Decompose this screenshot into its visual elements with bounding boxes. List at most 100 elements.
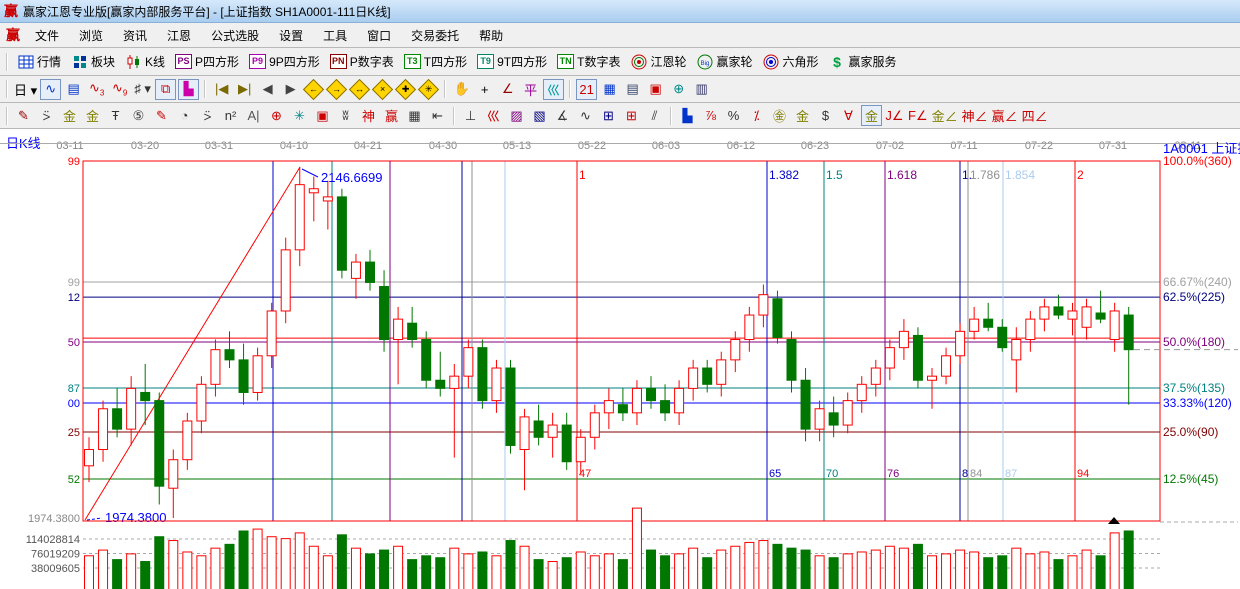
shen-fan-button[interactable]: 神∠ <box>961 105 989 126</box>
spiral-5-button[interactable]: ⑤ <box>128 105 149 126</box>
wave-dots-button[interactable]: ∿ <box>575 105 596 126</box>
gold-angle-fan-button[interactable]: 金∠ <box>931 105 959 126</box>
gold-grid-1-button[interactable]: 金 <box>59 105 80 126</box>
grid-123-button[interactable]: ▦ <box>404 105 425 126</box>
win-fan-button[interactable]: 赢∠ <box>991 105 1019 126</box>
candle-style-dropdown-button[interactable]: ♯ ▾ <box>132 79 153 100</box>
axis-tool-button[interactable]: ⊥ <box>460 105 481 126</box>
toolbar-button-江恩轮[interactable]: 江恩轮 <box>625 51 691 72</box>
smart-analysis-button[interactable]: 巛 <box>543 78 565 100</box>
next-page-button[interactable]: ▶ <box>280 79 301 100</box>
j-fan-button[interactable]: J∠ <box>884 105 905 126</box>
crosshair-button[interactable]: + <box>474 79 495 100</box>
gold-fan-button[interactable]: 金 <box>861 105 882 126</box>
time-grid-button[interactable]: ⍩ <box>36 105 57 126</box>
last-page-button[interactable]: ▶| <box>234 79 255 100</box>
angle-measure-button[interactable]: ∠ <box>497 79 518 100</box>
zoom-chart-button[interactable]: ∿ <box>40 78 62 100</box>
gold-level-button[interactable]: 金 <box>792 105 813 126</box>
chart-area[interactable]: 日K线 03-11 03-20 03-31 04-10 04-21 04-30 05-13 0… <box>0 129 1240 589</box>
web-data-button[interactable]: ⊕ <box>668 79 689 100</box>
fan-rays-button[interactable]: 巛 <box>483 105 504 126</box>
trend-angle-button[interactable]: ∡ <box>552 105 573 126</box>
price-pen-button[interactable]: $ <box>815 105 836 126</box>
toolbar-button-P四方形[interactable]: PS P四方形 <box>170 51 244 72</box>
toolbar-button-T数字表[interactable]: TN T数字表 <box>552 51 625 72</box>
volume-bar <box>1053 559 1064 589</box>
square-star-button[interactable]: ▣ <box>312 105 333 126</box>
toolbar-button-行情[interactable]: 行情 <box>12 51 66 72</box>
histogram-view-button[interactable]: ▙ <box>178 78 200 100</box>
circle-cross-button[interactable]: ⊕ <box>266 105 287 126</box>
toolbar-button-T四方形[interactable]: T3 T四方形 <box>399 51 472 72</box>
a-fan-button[interactable]: ∀ <box>838 105 859 126</box>
toolbar-button-9T四方形[interactable]: T9 9T四方形 <box>472 51 552 72</box>
shen-tool-button[interactable]: 神 <box>358 105 379 126</box>
toolbar-button-赢家服务[interactable]: $ 赢家服务 <box>824 51 902 72</box>
f-fan-button[interactable]: F∠ <box>907 105 929 126</box>
quote-list-button[interactable]: ▤ <box>63 79 84 100</box>
expand-all-button[interactable]: ✚ <box>395 78 417 100</box>
menu-item-6[interactable]: 工具 <box>313 25 357 46</box>
menu-item-1[interactable]: 浏览 <box>69 25 113 46</box>
menu-item-2[interactable]: 资讯 <box>113 25 157 46</box>
gold-grid-2-button[interactable]: 金 <box>82 105 103 126</box>
fit-screen-button[interactable]: ✳ <box>418 78 440 100</box>
star-burst-button[interactable]: ✳ <box>289 105 310 126</box>
menu-item-9[interactable]: 帮助 <box>469 25 513 46</box>
prev-page-button[interactable]: ◀ <box>257 79 278 100</box>
a-line-button[interactable]: A| <box>243 105 264 126</box>
pen-ruler-button[interactable]: ✎ <box>151 105 172 126</box>
volume-profile-button[interactable]: ▙ <box>677 105 698 126</box>
parallel-lines-button[interactable]: ⫽ <box>644 105 665 126</box>
shift-left-button[interactable]: ← <box>303 78 325 100</box>
shade-box-2-button[interactable]: ▧ <box>529 105 550 126</box>
menu-item-3[interactable]: 江恩 <box>157 25 201 46</box>
wave-3-button[interactable]: ∿3 <box>86 79 107 100</box>
toolbar-button-9P四方形[interactable]: P9 9P四方形 <box>244 51 325 72</box>
save-button[interactable]: ▣ <box>645 79 666 100</box>
shade-box-button[interactable]: ▨ <box>506 105 527 126</box>
map-view-button[interactable]: ⧉ <box>155 78 177 100</box>
toolbar-button-板块[interactable]: 板块 <box>66 51 120 72</box>
win-tool-button[interactable]: 赢 <box>381 105 402 126</box>
four-fan-button[interactable]: 四∠ <box>1021 105 1049 126</box>
shift-right-button[interactable]: → <box>326 78 348 100</box>
period-candle-dropdown-button[interactable]: 日 ▾ <box>13 79 38 100</box>
menu-item-7[interactable]: 窗口 <box>357 25 401 46</box>
title-bar[interactable]: 赢 赢家江恩专业版[赢家内部服务平台] - [上证指数 SH1A0001-111… <box>0 0 1240 23</box>
toolbar-button-P数字表[interactable]: PN P数字表 <box>325 51 399 72</box>
menu-item-4[interactable]: 公式选股 <box>201 25 269 46</box>
compress-button[interactable]: × <box>372 78 394 100</box>
remote-pc-button[interactable]: ▥ <box>691 79 712 100</box>
wave-9-button[interactable]: ∿9 <box>109 79 130 100</box>
menu-item-5[interactable]: 设置 <box>269 25 313 46</box>
gold-circle-button[interactable]: ㊎ <box>769 105 790 126</box>
percent-line-button[interactable]: ⁒ <box>746 105 767 126</box>
seven-eighths-button[interactable]: ⅞ <box>700 105 721 126</box>
time-clock-button[interactable]: ◔ <box>174 105 195 126</box>
toolbar-button-K线[interactable]: K线 <box>120 51 170 72</box>
span-arrow-button[interactable]: ⇤ <box>427 105 448 126</box>
gold-level-icon: 金 <box>795 109 809 124</box>
expand-horizontal-button[interactable]: ↔ <box>349 78 371 100</box>
net-grid-red-button[interactable]: ⊞ <box>621 105 642 126</box>
toolbar-button-六角形[interactable]: 六角形 <box>758 51 824 72</box>
pen-tool-button[interactable]: ✎ <box>13 105 34 126</box>
candlestick-chart-canvas[interactable]: 03-11 03-20 03-31 04-10 04-21 04-30 05-13 05-22… <box>0 129 1240 589</box>
menu-item-0[interactable]: 文件 <box>25 25 69 46</box>
gann-tool-button[interactable]: 平 <box>520 79 541 100</box>
menu-item-8[interactable]: 交易委托 <box>401 25 469 46</box>
first-page-button[interactable]: |◀ <box>211 79 232 100</box>
notes-button[interactable]: ▤ <box>622 79 643 100</box>
net-grid-button[interactable]: ⊞ <box>598 105 619 126</box>
toolbar-button-赢家轮[interactable]: Big 赢家轮 <box>691 51 757 72</box>
f-grid-button[interactable]: Ŧ <box>105 105 126 126</box>
calculator-button[interactable]: ▦ <box>599 79 620 100</box>
k-mark-button[interactable]: ʬ <box>335 105 356 126</box>
calendar-21-button[interactable]: 21 <box>576 78 598 100</box>
n-square-button[interactable]: n² <box>220 105 241 126</box>
comb-grid-button[interactable]: ⍩ <box>197 105 218 126</box>
percent-button[interactable]: % <box>723 105 744 126</box>
drag-hand-button[interactable]: ✋ <box>451 79 472 100</box>
